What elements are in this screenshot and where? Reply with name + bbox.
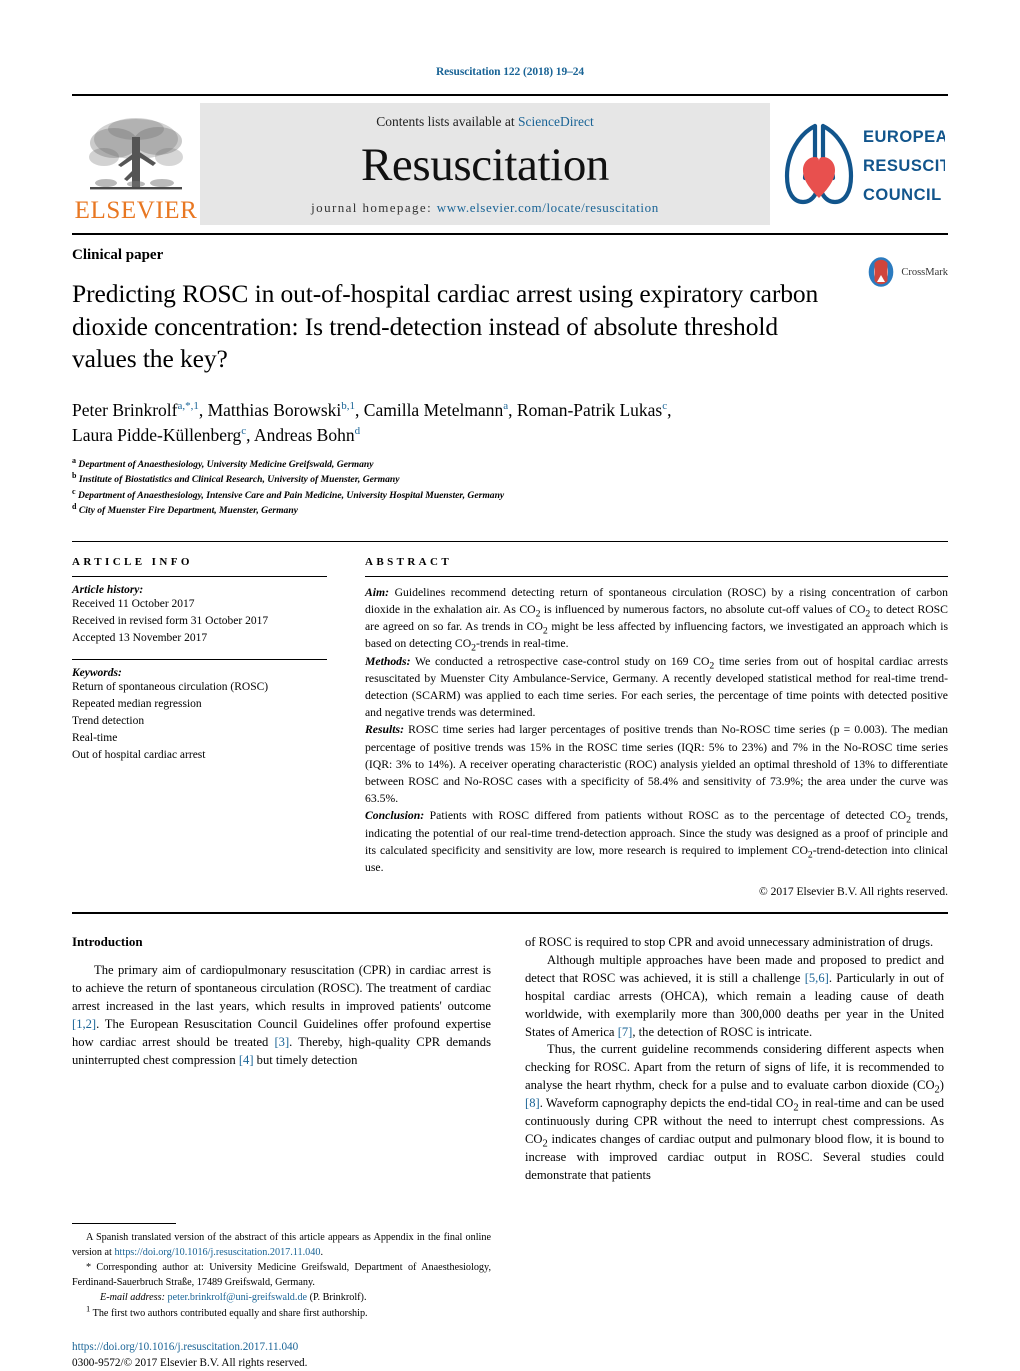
doi-link[interactable]: https://doi.org/10.1016/j.resuscitation.… <box>72 1339 491 1355</box>
email-suffix: (P. Brinkrolf). <box>307 1292 367 1304</box>
email-link[interactable]: peter.brinkrolf@uni-greifswald.de <box>168 1292 308 1303</box>
journal-homepage-line: journal homepage: www.elsevier.com/locat… <box>311 200 659 216</box>
footnote-email: E-mail address: peter.brinkrolf@uni-grei… <box>72 1290 491 1305</box>
abstract-aim-label: Aim: <box>365 585 390 599</box>
title-block: Clinical paper Predicting ROSC in out-of… <box>72 235 948 376</box>
keyword-item: Repeated median regression <box>72 697 202 710</box>
abstract-methods-text: We conducted a retrospective case-contro… <box>365 654 948 720</box>
elsevier-tree-icon <box>89 118 183 190</box>
info-bottom-rule <box>72 912 948 915</box>
affiliation-item: c Department of Anaesthesiology, Intensi… <box>72 486 505 501</box>
page-title: Predicting ROSC in out-of-hospital cardi… <box>72 279 819 374</box>
abstract-heading: ABSTRACT <box>365 555 453 568</box>
abstract-aim: Aim: Guidelines recommend detecting retu… <box>365 584 948 653</box>
running-head: Resuscitation 122 (2018) 19–24 <box>435 66 585 78</box>
journal-title: Resuscitation <box>360 138 610 191</box>
article-info-heading: ARTICLE INFO <box>72 555 193 568</box>
authors-line-1: Peter Brinkrolfa,*,1, Matthias Borowskib… <box>72 399 672 420</box>
heart-shape <box>803 157 835 198</box>
elsevier-wordmark: ELSEVIER <box>74 197 198 224</box>
abstract-conclusion-text: Patients with ROSC differed from patient… <box>365 809 948 874</box>
keyword-item: Return of spontaneous circulation (ROSC) <box>72 680 269 693</box>
erc-line-1: EUROPEAN <box>863 128 945 146</box>
journal-band: Contents lists available at ScienceDirec… <box>200 103 770 225</box>
keyword-item: Real-time <box>72 731 118 744</box>
crossmark-badge[interactable]: CrossMark <box>866 257 948 287</box>
sciencedirect-link[interactable]: ScienceDirect <box>518 114 594 129</box>
affiliation-item: b Institute of Biostatistics and Clinica… <box>72 470 400 486</box>
intro-paragraph-1-cont: of ROSC is required to stop CPR and avoi… <box>525 935 934 950</box>
footnote-rule <box>72 1223 176 1225</box>
abstract-conclusion-label: Conclusion: <box>365 809 425 823</box>
article-info-rule <box>72 575 327 577</box>
footnote-corresponding-author: * Corresponding author at: University Me… <box>72 1262 491 1289</box>
article-history-item: Accepted 13 November 2017 <box>72 631 208 644</box>
article-history-item: Received in revised form 31 October 2017 <box>72 614 269 627</box>
body-column-right: of ROSC is required to stop CPR and avoi… <box>525 934 944 1371</box>
contents-lists-line: Contents lists available at ScienceDirec… <box>376 114 593 130</box>
affiliation-item: d City of Muenster Fire Department, Muen… <box>72 501 298 517</box>
abstract-results-label: Results: <box>365 723 404 737</box>
author-list: Peter Brinkrolfa,*,1, Matthias Borowskib… <box>72 398 948 448</box>
abstract-rule <box>365 575 948 577</box>
abstract-copyright: © 2017 Elsevier B.V. All rights reserved… <box>759 886 948 899</box>
body-column-left: Introduction The primary aim of cardiopu… <box>72 934 491 1371</box>
section-heading-introduction: Introduction <box>72 934 143 950</box>
journal-homepage-link[interactable]: www.elsevier.com/locate/resuscitation <box>437 200 659 215</box>
article-body: Introduction The primary aim of cardiopu… <box>72 934 948 1371</box>
article-info-column: ARTICLE INFO Article history: Received 1… <box>72 556 327 898</box>
footnote-equal-contribution: 1 The first two authors contributed equa… <box>86 1303 368 1319</box>
abstract-column: ABSTRACT Aim: Guidelines recommend detec… <box>365 556 948 898</box>
erc-lungs-heart-icon: EUROPEAN RESUSCITATION COUNCIL <box>784 123 945 205</box>
keyword-item: Out of hospital cardiac arrest <box>72 748 206 761</box>
keywords-label: Keywords: <box>72 666 122 679</box>
keyword-item: Trend detection <box>72 714 145 727</box>
info-abstract-area: ARTICLE INFO Article history: Received 1… <box>72 542 948 898</box>
elsevier-logo: ELSEVIER <box>72 103 200 225</box>
issn-copyright-line: 0300-9572/© 2017 Elsevier B.V. All right… <box>72 1356 308 1369</box>
homepage-prefix: journal homepage: <box>311 200 437 215</box>
crossmark-icon <box>869 257 894 287</box>
erc-logo: EUROPEAN RESUSCITATION COUNCIL <box>770 103 948 225</box>
abstract-results-text: ROSC time series had larger percentages … <box>365 723 948 806</box>
article-history-label: Article history: <box>72 583 144 596</box>
erc-line-3: COUNCIL <box>863 186 942 204</box>
intro-paragraph-3: Thus, the current guideline recommends c… <box>525 1042 944 1182</box>
intro-paragraph-1: The primary aim of cardiopulmonary resus… <box>72 963 491 1067</box>
erc-line-2: RESUSCITATION <box>863 157 945 175</box>
contents-prefix: Contents lists available at <box>376 114 518 129</box>
journal-masthead: ELSEVIER Contents lists available at Sci… <box>72 94 948 225</box>
footnote-appendix: A Spanish translated version of the abst… <box>72 1232 491 1259</box>
abstract-results: Results: ROSC time series had larger per… <box>365 721 948 807</box>
keywords-rule <box>72 658 327 660</box>
article-history-item: Received 11 October 2017 <box>72 597 195 610</box>
affiliation-item: a Department of Anaesthesiology, Univers… <box>72 455 374 470</box>
abstract-methods-label: Methods: <box>365 654 411 668</box>
abstract-body: Aim: Guidelines recommend detecting retu… <box>365 584 948 876</box>
doi-block: https://doi.org/10.1016/j.resuscitation.… <box>72 1339 491 1371</box>
abstract-conclusion: Conclusion: Patients with ROSC differed … <box>365 807 948 876</box>
abstract-aim-text: Guidelines recommend detecting return of… <box>365 585 948 654</box>
abstract-methods: Methods: We conducted a retrospective ca… <box>365 653 948 722</box>
email-label: E-mail address: <box>100 1292 165 1304</box>
authors-line-2: Laura Pidde-Küllenbergc, Andreas Bohnd <box>72 424 361 445</box>
intro-paragraph-2: Although multiple approaches have been m… <box>525 953 944 1039</box>
affiliation-list: a Department of Anaesthesiology, Univers… <box>72 455 948 519</box>
crossmark-label: CrossMark <box>901 266 948 278</box>
footnote-block: A Spanish translated version of the abst… <box>72 1223 491 1371</box>
article-kicker: Clinical paper <box>72 247 164 263</box>
paper-page: Resuscitation 122 (2018) 19–24 ELSEVIER … <box>0 0 1020 1369</box>
